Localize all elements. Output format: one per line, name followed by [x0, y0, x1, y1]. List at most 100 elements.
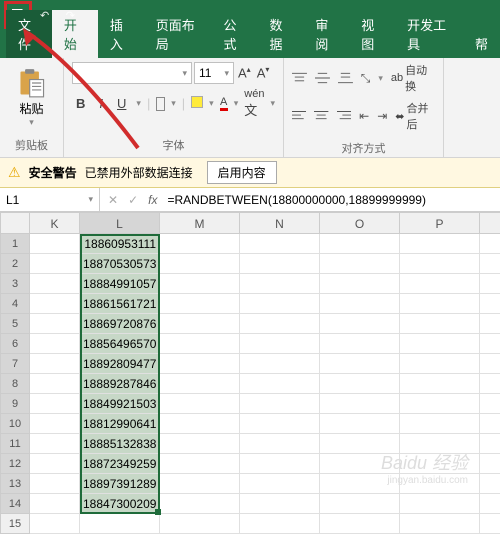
cell-Q11[interactable]	[480, 434, 500, 454]
font-color-dropdown[interactable]: ▾	[234, 98, 239, 109]
cell-O8[interactable]	[320, 374, 400, 394]
col-header-N[interactable]: N	[240, 212, 320, 234]
cell-N10[interactable]	[240, 414, 320, 434]
cell-K12[interactable]	[30, 454, 80, 474]
cell-N12[interactable]	[240, 454, 320, 474]
tab-layout[interactable]: 页面布局	[144, 10, 212, 58]
cell-L1[interactable]: 18860953111	[80, 234, 160, 254]
row-header-14[interactable]: 14	[0, 494, 30, 514]
cell-P2[interactable]	[400, 254, 480, 274]
cell-L15[interactable]	[80, 514, 160, 534]
row-header-6[interactable]: 6	[0, 334, 30, 354]
cell-N15[interactable]	[240, 514, 320, 534]
cell-K3[interactable]	[30, 274, 80, 294]
cell-L8[interactable]: 18889287846	[80, 374, 160, 394]
cell-O7[interactable]	[320, 354, 400, 374]
confirm-icon[interactable]: ✓	[128, 193, 138, 207]
cell-O11[interactable]	[320, 434, 400, 454]
formula-input[interactable]: =RANDBETWEEN(18800000000,18899999999)	[167, 193, 426, 207]
cell-P6[interactable]	[400, 334, 480, 354]
cell-P7[interactable]	[400, 354, 480, 374]
cell-M12[interactable]	[160, 454, 240, 474]
cell-Q2[interactable]	[480, 254, 500, 274]
cell-K7[interactable]	[30, 354, 80, 374]
cell-Q13[interactable]	[480, 474, 500, 494]
cell-Q8[interactable]	[480, 374, 500, 394]
select-all-corner[interactable]	[0, 212, 30, 234]
font-color-button[interactable]: A	[220, 96, 228, 111]
row-header-4[interactable]: 4	[0, 294, 30, 314]
cell-N13[interactable]	[240, 474, 320, 494]
merge-button[interactable]: ⬌ 合并后	[395, 100, 435, 132]
cell-Q7[interactable]	[480, 354, 500, 374]
cell-O2[interactable]	[320, 254, 400, 274]
row-header-7[interactable]: 7	[0, 354, 30, 374]
cancel-icon[interactable]: ✕	[108, 193, 118, 207]
align-top-icon[interactable]	[292, 72, 307, 84]
fill-dropdown[interactable]: ▾	[209, 98, 214, 109]
align-right-icon[interactable]	[337, 110, 351, 122]
row-header-3[interactable]: 3	[0, 274, 30, 294]
cell-N5[interactable]	[240, 314, 320, 334]
row-header-9[interactable]: 9	[0, 394, 30, 414]
tab-review[interactable]: 审阅	[303, 10, 349, 58]
cell-N7[interactable]	[240, 354, 320, 374]
cell-O1[interactable]	[320, 234, 400, 254]
col-header-P[interactable]: P	[400, 212, 480, 234]
cell-O4[interactable]	[320, 294, 400, 314]
cell-L7[interactable]: 18892809477	[80, 354, 160, 374]
cell-M7[interactable]	[160, 354, 240, 374]
cell-L3[interactable]: 18884991057	[80, 274, 160, 294]
paste-dropdown-icon[interactable]: ▾	[29, 117, 34, 128]
underline-dropdown[interactable]: ▾	[136, 98, 141, 109]
cell-L13[interactable]: 18897391289	[80, 474, 160, 494]
cell-P10[interactable]	[400, 414, 480, 434]
font-name-combo[interactable]: ▾	[72, 62, 192, 84]
cell-M4[interactable]	[160, 294, 240, 314]
cell-Q10[interactable]	[480, 414, 500, 434]
row-header-11[interactable]: 11	[0, 434, 30, 454]
cell-P8[interactable]	[400, 374, 480, 394]
cell-K13[interactable]	[30, 474, 80, 494]
italic-button[interactable]: I	[95, 94, 107, 113]
cell-O6[interactable]	[320, 334, 400, 354]
align-left-icon[interactable]	[292, 110, 306, 122]
cell-M3[interactable]	[160, 274, 240, 294]
row-header-1[interactable]: 1	[0, 234, 30, 254]
bold-button[interactable]: B	[72, 94, 89, 113]
cell-N11[interactable]	[240, 434, 320, 454]
row-header-8[interactable]: 8	[0, 374, 30, 394]
cell-P12[interactable]	[400, 454, 480, 474]
cell-Q4[interactable]	[480, 294, 500, 314]
cell-L12[interactable]: 18872349259	[80, 454, 160, 474]
cell-L10[interactable]: 18812990641	[80, 414, 160, 434]
cell-O9[interactable]	[320, 394, 400, 414]
enable-content-button[interactable]: 启用内容	[207, 161, 277, 184]
cell-K2[interactable]	[30, 254, 80, 274]
row-header-15[interactable]: 15	[0, 514, 30, 534]
cell-P13[interactable]	[400, 474, 480, 494]
cell-L5[interactable]: 18869720876	[80, 314, 160, 334]
cell-P15[interactable]	[400, 514, 480, 534]
cell-O12[interactable]	[320, 454, 400, 474]
cell-Q6[interactable]	[480, 334, 500, 354]
col-header-O[interactable]: O	[320, 212, 400, 234]
cell-N4[interactable]	[240, 294, 320, 314]
fill-color-button[interactable]	[191, 96, 203, 111]
align-center-icon[interactable]	[314, 110, 328, 122]
cell-M11[interactable]	[160, 434, 240, 454]
cell-O3[interactable]	[320, 274, 400, 294]
cell-P3[interactable]	[400, 274, 480, 294]
cell-P1[interactable]	[400, 234, 480, 254]
cell-N6[interactable]	[240, 334, 320, 354]
cell-P4[interactable]	[400, 294, 480, 314]
col-header-Q[interactable]: Q	[480, 212, 500, 234]
paste-button[interactable]: 粘贴 ▾	[8, 62, 55, 128]
col-header-K[interactable]: K	[30, 212, 80, 234]
cell-N3[interactable]	[240, 274, 320, 294]
cell-O13[interactable]	[320, 474, 400, 494]
cell-M13[interactable]	[160, 474, 240, 494]
name-box[interactable]: L1▾	[0, 188, 100, 211]
cell-Q12[interactable]	[480, 454, 500, 474]
cell-Q9[interactable]	[480, 394, 500, 414]
